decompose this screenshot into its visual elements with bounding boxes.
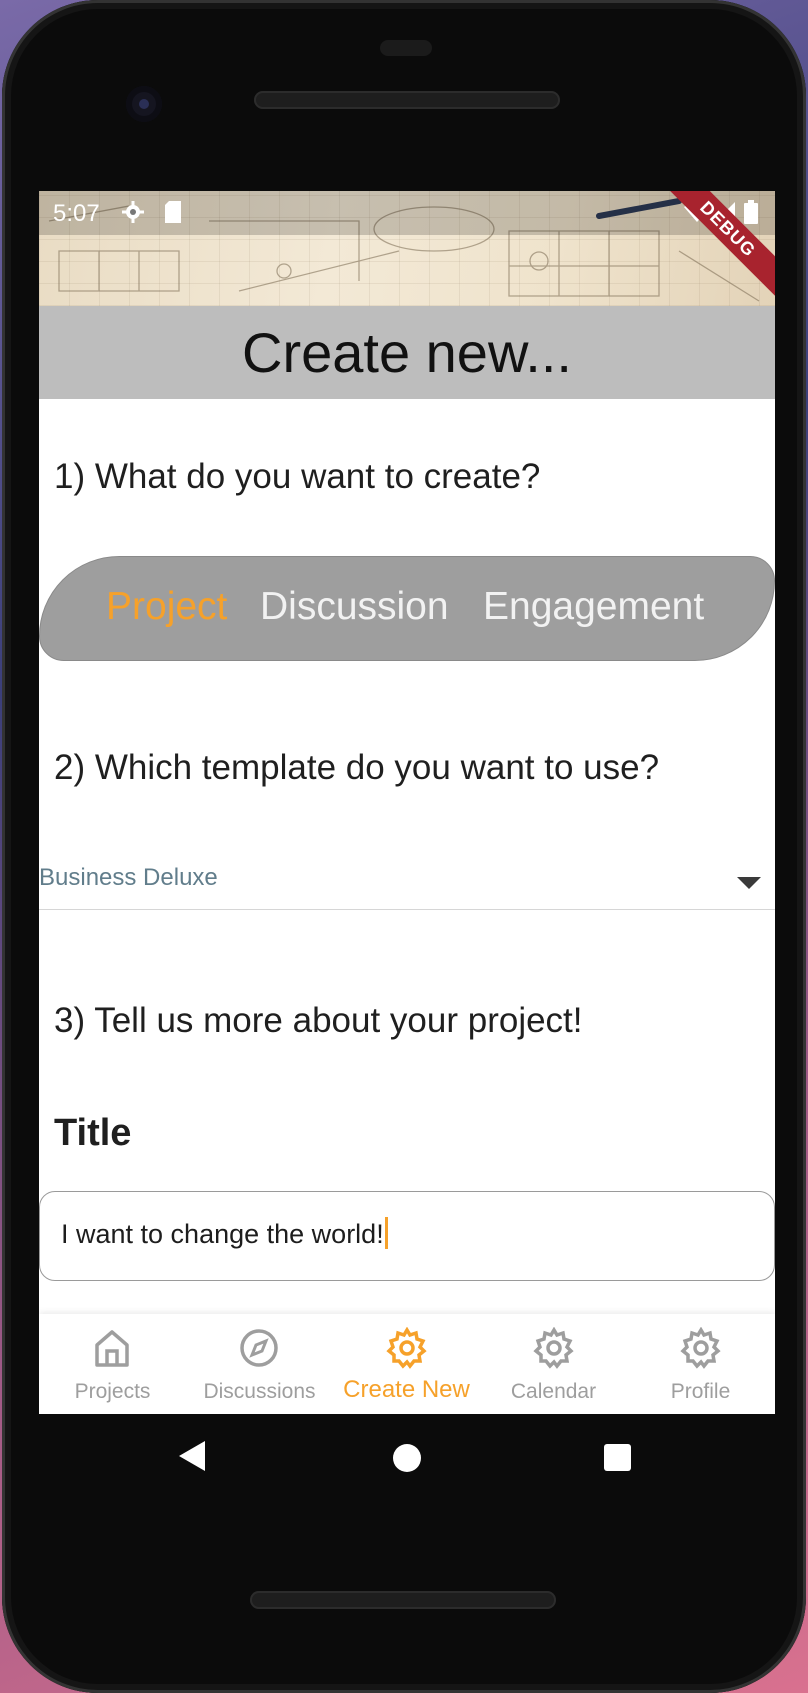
option-project[interactable]: Project — [106, 585, 227, 629]
back-icon[interactable] — [179, 1441, 205, 1471]
home-icon — [95, 1330, 129, 1367]
template-dropdown[interactable]: Business Deluxe — [39, 855, 775, 910]
title-input-text: I want to change the world! — [61, 1217, 388, 1250]
nav-projects-label: Projects — [74, 1380, 151, 1403]
title-field-label: Title — [54, 1112, 132, 1154]
speaker-grill — [254, 91, 560, 109]
page-title-bar: Create new... — [39, 306, 775, 399]
blueprint-header-image: 5:07 DEBUG — [39, 191, 775, 307]
app-screen: 5:07 DEBUG Create new... 1) What do you … — [39, 191, 775, 1414]
template-selected-value: Business Deluxe — [39, 864, 218, 891]
title-input[interactable]: I want to change the world! — [39, 1191, 775, 1281]
front-camera — [126, 86, 162, 122]
question-2-label: 2) Which template do you want to use? — [54, 748, 660, 787]
status-bar: 5:07 — [39, 191, 775, 235]
gear-icon — [680, 1327, 721, 1369]
bottom-speaker-grill — [250, 1591, 556, 1609]
page-title: Create new... — [242, 321, 572, 384]
nav-projects[interactable]: Projects — [39, 1314, 186, 1414]
question-1-label: 1) What do you want to create? — [54, 457, 541, 496]
nav-discussions[interactable]: Discussions — [186, 1314, 333, 1414]
home-button-icon[interactable] — [393, 1444, 421, 1472]
nav-profile-label: Profile — [670, 1380, 731, 1403]
phone-frame: 5:07 DEBUG Create new... 1) What do you … — [2, 0, 806, 1693]
gear-icon — [533, 1327, 574, 1369]
nav-profile[interactable]: Profile — [627, 1314, 774, 1414]
bottom-navigation: Projects Discussions Create New Calendar… — [39, 1314, 775, 1414]
compass-icon — [240, 1329, 278, 1367]
gear-icon — [386, 1327, 427, 1369]
recent-apps-icon[interactable] — [604, 1444, 631, 1471]
nav-discussions-label: Discussions — [203, 1380, 316, 1403]
option-discussion[interactable]: Discussion — [260, 585, 449, 629]
question-3-label: 3) Tell us more about your project! — [54, 1001, 583, 1040]
earpiece-slot — [380, 40, 432, 56]
nav-calendar-label: Calendar — [510, 1380, 597, 1403]
create-type-selector: Project Discussion Engagement — [39, 556, 775, 661]
dropdown-arrow-icon — [737, 877, 761, 889]
option-engagement[interactable]: Engagement — [483, 585, 704, 629]
status-time: 5:07 — [53, 200, 100, 227]
text-cursor — [384, 1217, 388, 1249]
nav-create-new[interactable]: Create New — [333, 1314, 480, 1414]
nav-create-new-label: Create New — [343, 1376, 470, 1403]
nav-calendar[interactable]: Calendar — [480, 1314, 627, 1414]
title-input-value: I want to change the world! — [61, 1219, 384, 1249]
android-system-nav — [39, 1414, 775, 1504]
